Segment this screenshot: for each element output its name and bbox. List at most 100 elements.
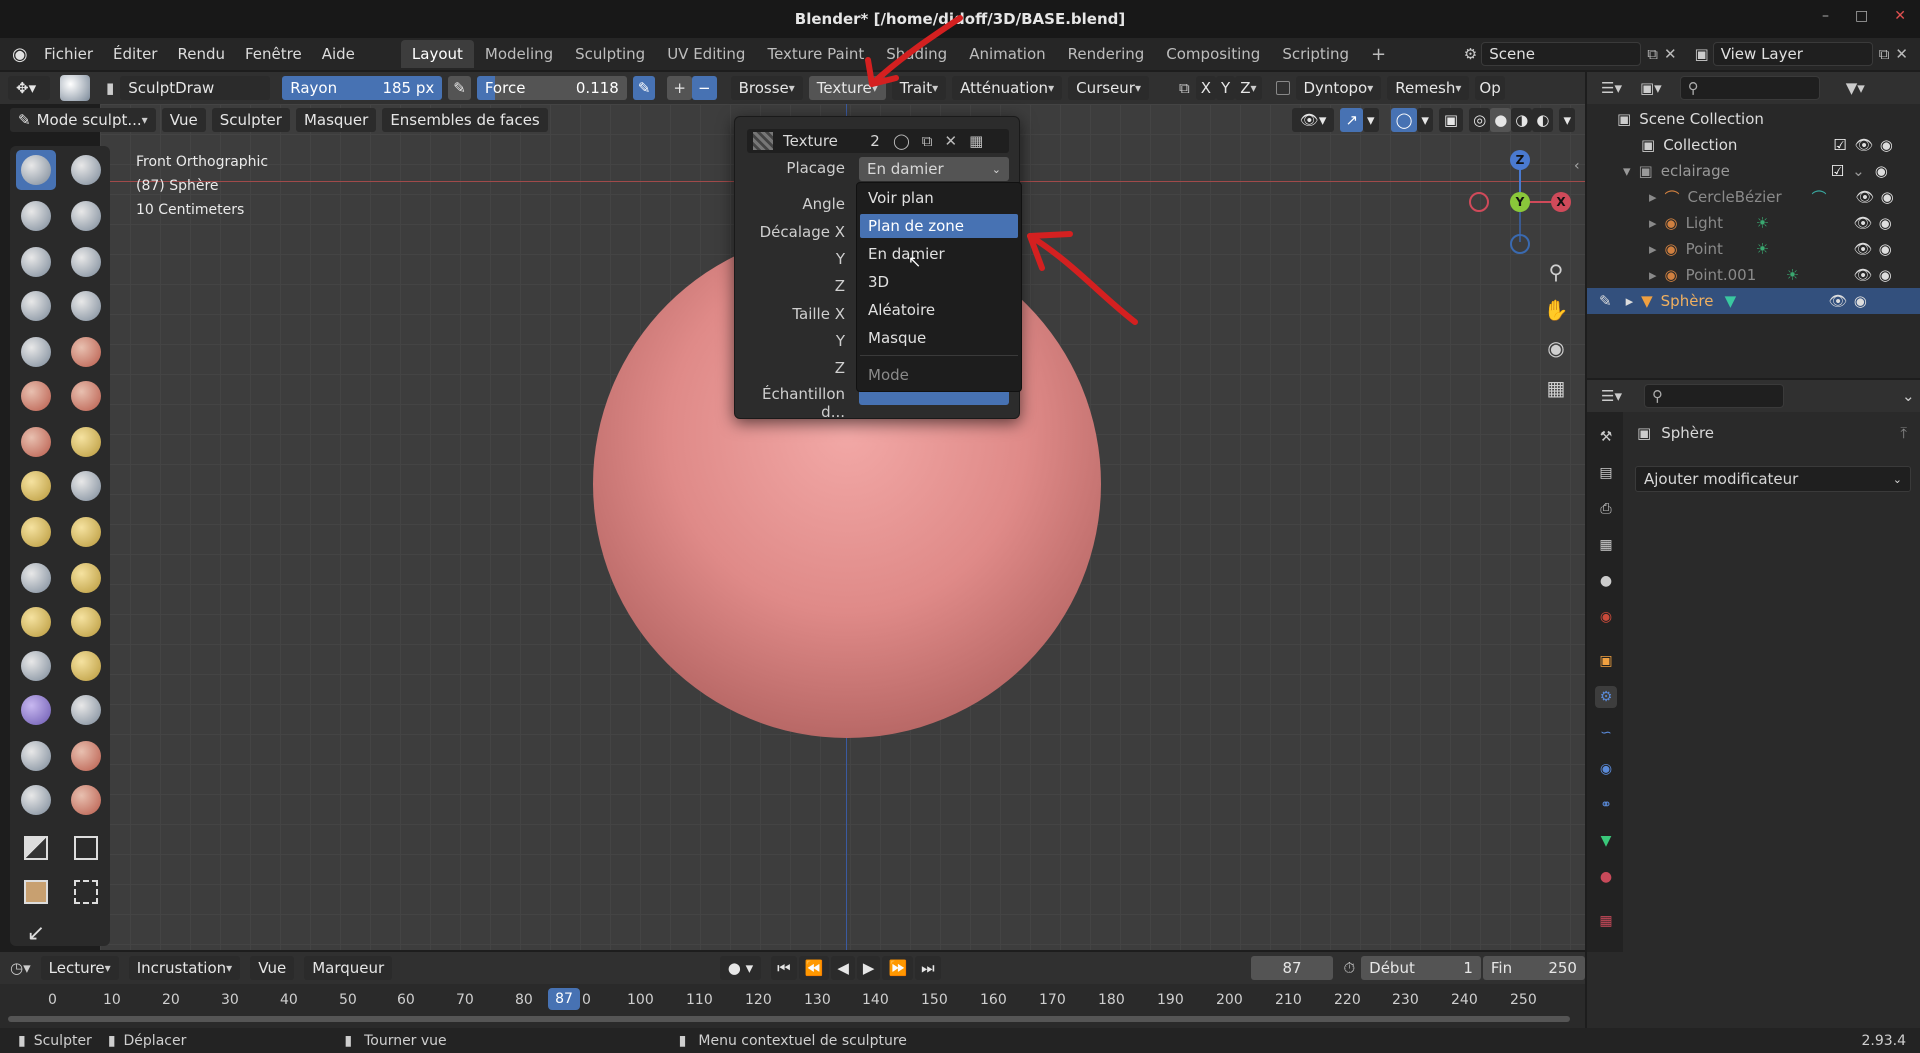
outliner-label: CercleBézier xyxy=(1687,188,1782,206)
options-chevron-icon[interactable]: ⌄ xyxy=(1902,387,1915,405)
display-mode-icon[interactable]: ▣▾ xyxy=(1640,79,1662,97)
object-tab-icon[interactable]: ▣ xyxy=(1595,650,1617,672)
data-tab-icon[interactable]: ▼ xyxy=(1595,830,1617,852)
tool-tab-icon[interactable]: ⚒ xyxy=(1595,426,1617,448)
editor-type-icon[interactable]: ☰▾ xyxy=(1601,79,1622,97)
eye-icon[interactable]: 👁 xyxy=(1829,292,1848,310)
version-label: 2.93.4 xyxy=(1861,1032,1906,1049)
jump-end-icon[interactable]: ⏭ xyxy=(915,956,941,980)
outliner-row-collection[interactable]: ▣ Collection ☑ 👁 ◉ xyxy=(1587,132,1920,158)
keying-menu[interactable]: Incrustation xyxy=(128,956,241,980)
outliner-row-curve[interactable]: ▸ ⌒ CercleBézier ⌒ 👁 ◉ xyxy=(1587,184,1920,210)
light-icon: ◉ xyxy=(1664,214,1678,232)
outliner-search[interactable]: ⚲ xyxy=(1679,76,1820,100)
properties-header: ☰▾ ⚲ ⌄ xyxy=(1587,380,1920,412)
outliner-label: Point xyxy=(1685,240,1723,258)
camera-icon[interactable]: ◉ xyxy=(1875,162,1888,180)
context-mouse-icon: ▮ xyxy=(678,1032,687,1049)
scene-tab-icon[interactable]: ● xyxy=(1595,570,1617,592)
expand-icon[interactable]: ▸ xyxy=(1649,214,1657,232)
editor-type-icon[interactable]: ◷▾ xyxy=(10,959,31,977)
curve-data-icon: ⌒ xyxy=(1811,188,1827,207)
world-tab-icon[interactable]: ◉ xyxy=(1595,606,1617,628)
camera-icon[interactable]: ◉ xyxy=(1880,136,1893,154)
frame-tick: 30 xyxy=(221,992,239,1008)
particles-tab-icon[interactable]: ∽ xyxy=(1595,722,1617,744)
outliner-row-sphere[interactable]: ✎ ▸ ▼ Sphère ▼ 👁 ◉ xyxy=(1587,288,1920,314)
status-context: Menu contextuel de sculpture xyxy=(698,1032,907,1049)
add-modifier-button[interactable]: Ajouter modificateur ⌄ xyxy=(1635,466,1911,492)
physics-tab-icon[interactable]: ◉ xyxy=(1595,758,1617,780)
left-mouse-icon: ▮ xyxy=(18,1032,26,1049)
start-value: 1 xyxy=(1463,959,1473,977)
frame-tick: 0 xyxy=(582,992,591,1008)
eye-icon[interactable]: 👁 xyxy=(1855,136,1874,154)
texture-tab-icon[interactable]: ▦ xyxy=(1595,910,1617,932)
playhead[interactable]: 87 xyxy=(548,988,580,1010)
preview-range-icon[interactable]: ⏱ xyxy=(1343,959,1355,977)
expand-icon[interactable]: ▸ xyxy=(1649,266,1657,284)
play-icon[interactable]: ▶ xyxy=(856,956,881,980)
expand-icon[interactable]: ▸ xyxy=(1626,292,1634,310)
current-frame-field[interactable]: 87 xyxy=(1250,956,1334,980)
frame-tick: 80 xyxy=(515,992,533,1008)
pin-icon[interactable]: ⤒ xyxy=(1900,424,1907,442)
marker-menu[interactable]: Marqueur xyxy=(304,956,393,980)
expand-icon[interactable]: ▸ xyxy=(1649,240,1657,258)
record-icon[interactable]: ● ▾ xyxy=(719,956,762,980)
constraints-tab-icon[interactable]: ⚭ xyxy=(1595,794,1617,816)
outliner-row-point[interactable]: ▸ ◉ Point ☀ 👁 ◉ xyxy=(1587,236,1920,262)
camera-icon[interactable]: ◉ xyxy=(1879,266,1892,284)
timeline-scrollbar[interactable] xyxy=(8,1016,1570,1022)
end-value: 250 xyxy=(1548,959,1577,977)
eye-icon[interactable]: 👁 xyxy=(1854,240,1873,258)
start-frame-field[interactable]: Début 1 xyxy=(1361,956,1481,980)
material-tab-icon[interactable]: ● xyxy=(1595,866,1617,888)
camera-icon[interactable]: ◉ xyxy=(1879,240,1892,258)
editor-type-icon[interactable]: ☰▾ xyxy=(1601,387,1622,405)
checkbox-icon[interactable]: ☑ xyxy=(1833,136,1846,154)
camera-icon[interactable]: ◉ xyxy=(1854,292,1867,310)
outliner-row-point-001[interactable]: ▸ ◉ Point.001 ☀ 👁 ◉ xyxy=(1587,262,1920,288)
prev-keyframe-icon[interactable]: ⏪ xyxy=(798,956,830,980)
playback-menu[interactable]: Lecture xyxy=(40,956,119,980)
frame-tick: 210 xyxy=(1275,992,1302,1008)
outliner-header: ☰▾ ▣▾ ⚲ ▼▾ xyxy=(1587,72,1920,104)
camera-icon[interactable]: ◉ xyxy=(1879,214,1892,232)
sculpt-edit-icon[interactable]: ✎ xyxy=(1599,292,1612,310)
next-keyframe-icon[interactable]: ⏩ xyxy=(882,956,914,980)
view-layer-tab-icon[interactable]: ▦ xyxy=(1595,534,1617,556)
end-label: Fin xyxy=(1490,959,1513,977)
hidden-eye-icon[interactable]: ⌄ xyxy=(1852,162,1865,180)
jump-start-icon[interactable]: ⏮ xyxy=(771,956,797,980)
expand-icon[interactable]: ▸ xyxy=(1649,188,1657,206)
timeline-ruler[interactable]: 0 10 20 30 40 50 60 70 80 0 100 110 120 … xyxy=(0,984,1585,1028)
eye-icon[interactable]: 👁 xyxy=(1854,214,1873,232)
timeline-view-menu[interactable]: Vue xyxy=(250,956,295,980)
outliner-row-scene-collection[interactable]: ▣ Scene Collection xyxy=(1587,106,1920,132)
right-mouse-icon: ▮ xyxy=(344,1032,353,1049)
outliner-row-light[interactable]: ▸ ◉ Light ☀ 👁 ◉ xyxy=(1587,210,1920,236)
eye-icon[interactable]: 👁 xyxy=(1854,266,1873,284)
frame-tick: 50 xyxy=(339,992,357,1008)
middle-mouse-icon: ▮ xyxy=(107,1032,116,1049)
modifier-tab-icon[interactable]: ⚙ xyxy=(1595,686,1617,708)
frame-tick: 150 xyxy=(921,992,948,1008)
checkbox-icon[interactable]: ☑ xyxy=(1831,162,1844,180)
status-bar: ▮ Sculpter ▮ Déplacer ▮ Tourner vue ▮ Me… xyxy=(0,1028,1920,1053)
frame-tick: 160 xyxy=(980,992,1007,1008)
frame-tick: 100 xyxy=(627,992,654,1008)
expand-icon[interactable]: ▾ xyxy=(1623,162,1631,180)
outliner-label: Light xyxy=(1685,214,1724,232)
camera-icon[interactable]: ◉ xyxy=(1881,188,1894,206)
properties-search[interactable]: ⚲ xyxy=(1643,384,1784,408)
outliner-row-eclairage[interactable]: ▾ ▣ eclairage ☑ ⌄ ◉ xyxy=(1587,158,1920,184)
eye-icon[interactable]: 👁 xyxy=(1856,188,1875,206)
filter-icon[interactable]: ▼▾ xyxy=(1846,79,1865,97)
frame-tick: 120 xyxy=(745,992,772,1008)
current-frame-value: 87 xyxy=(1282,959,1302,977)
end-frame-field[interactable]: Fin 250 xyxy=(1482,956,1585,980)
render-tab-icon[interactable]: ▤ xyxy=(1595,462,1617,484)
output-tab-icon[interactable]: ⎙ xyxy=(1595,498,1617,520)
play-reverse-icon[interactable]: ◀ xyxy=(831,956,855,980)
